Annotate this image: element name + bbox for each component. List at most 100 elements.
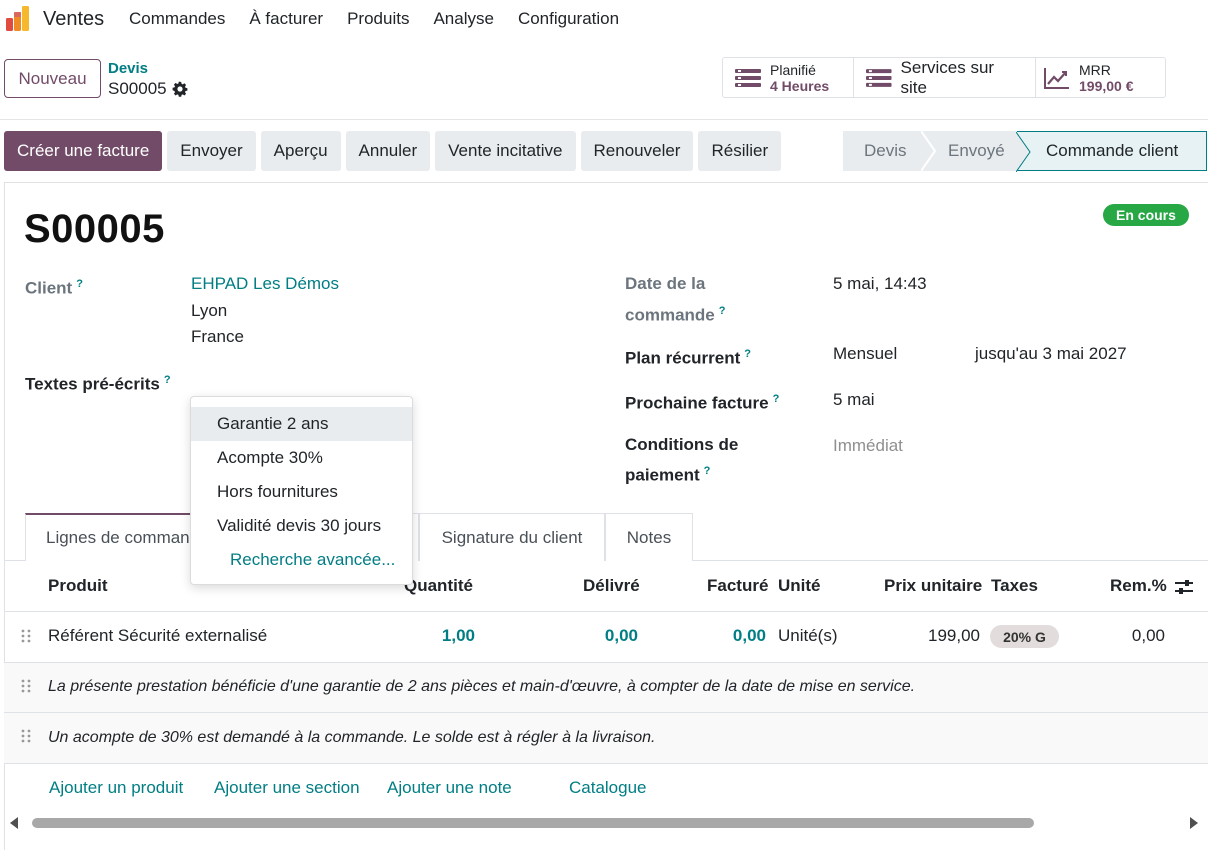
note-line[interactable]: La présente prestation bénéficie d'une g… xyxy=(48,678,915,696)
menu-reporting[interactable]: Analyse xyxy=(433,9,493,29)
line-unit[interactable]: Unité(s) xyxy=(778,626,838,646)
help-icon[interactable]: ? xyxy=(773,393,780,405)
help-icon[interactable]: ? xyxy=(704,465,711,477)
main-menu: Commandes À facturer Produits Analyse Co… xyxy=(129,9,643,29)
recurring-plan-value[interactable]: Mensuel xyxy=(833,341,897,367)
sales-app-icon[interactable] xyxy=(4,5,32,33)
tab-notes[interactable]: Notes xyxy=(605,513,693,561)
row-divider xyxy=(4,611,1208,612)
dropdown-item[interactable]: Validité devis 30 jours xyxy=(191,509,412,543)
planned-hours-button[interactable]: Planifié 4 Heures xyxy=(723,58,854,97)
row-divider xyxy=(4,763,1208,764)
mrr-button[interactable]: MRR 199,00 € xyxy=(1036,58,1165,97)
upsell-button[interactable]: Vente incitative xyxy=(435,131,576,171)
control-panel-divider xyxy=(0,119,1208,120)
add-product-link[interactable]: Ajouter un produit xyxy=(49,778,183,798)
onsite-services-label: Services sur site xyxy=(900,57,995,97)
line-chart-icon xyxy=(1044,67,1069,89)
stage-sent[interactable]: Envoyé xyxy=(921,131,1017,171)
help-icon[interactable]: ? xyxy=(164,374,171,386)
create-invoice-button[interactable]: Créer une facture xyxy=(4,131,163,171)
line-product[interactable]: Référent Sécurité externalisé xyxy=(48,626,267,646)
plan-end-date[interactable]: jusqu'au 3 mai 2027 xyxy=(975,341,1127,367)
drag-handle-icon[interactable] xyxy=(21,629,31,643)
app-name[interactable]: Ventes xyxy=(43,8,104,31)
payment-terms-label-line2: paiement? xyxy=(625,465,711,485)
add-note-link[interactable]: Ajouter une note xyxy=(387,778,512,798)
mrr-label: MRR xyxy=(1079,61,1111,78)
line-unit-price[interactable]: 199,00 xyxy=(880,626,980,646)
stage-separator xyxy=(1016,132,1031,172)
line-quantity[interactable]: 1,00 xyxy=(394,626,475,646)
renew-button[interactable]: Renouveler xyxy=(580,131,694,171)
drag-handle-icon[interactable] xyxy=(21,679,31,693)
dropdown-item[interactable]: Garantie 2 ans xyxy=(191,407,412,441)
col-discount[interactable]: Rem.% xyxy=(1110,576,1167,596)
onsite-services-button[interactable]: Services sur site xyxy=(854,58,1036,97)
templates-dropdown: Garantie 2 ans Acompte 30% Hors fournitu… xyxy=(190,396,413,585)
dropdown-item[interactable]: Acompte 30% xyxy=(191,441,412,475)
col-unit[interactable]: Unité xyxy=(778,576,821,596)
col-taxes[interactable]: Taxes xyxy=(991,576,1038,596)
col-delivered[interactable]: Délivré xyxy=(583,576,640,596)
client-country: France xyxy=(191,327,244,346)
breadcrumb-parent[interactable]: Devis xyxy=(108,60,148,77)
scroll-right-arrow-icon[interactable] xyxy=(1190,817,1198,829)
next-invoice-label: Prochaine facture? xyxy=(625,393,780,413)
gear-icon[interactable] xyxy=(172,81,188,97)
optional-columns-icon[interactable] xyxy=(1174,578,1194,596)
smart-buttons: Planifié 4 Heures Services sur site MRR … xyxy=(722,57,1166,98)
scroll-left-arrow-icon[interactable] xyxy=(10,817,18,829)
advanced-search-link[interactable]: Recherche avancée... xyxy=(191,543,412,577)
record-title: S00005 xyxy=(24,207,165,251)
next-invoice-value[interactable]: 5 mai xyxy=(833,387,875,413)
client-name[interactable]: EHPAD Les Démos xyxy=(191,271,339,297)
preview-button[interactable]: Aperçu xyxy=(260,131,341,171)
line-delivered[interactable]: 0,00 xyxy=(558,626,638,646)
dropdown-item[interactable]: Hors fournitures xyxy=(191,475,412,509)
catalog-link[interactable]: Catalogue xyxy=(569,778,647,798)
help-icon[interactable]: ? xyxy=(744,348,751,360)
order-date-value[interactable]: 5 mai, 14:43 xyxy=(833,271,927,297)
stage-sales-order-label: Commande client xyxy=(1046,141,1179,160)
send-button[interactable]: Envoyer xyxy=(167,131,256,171)
payment-terms-label-line1: Conditions de xyxy=(625,435,739,454)
client-city: Lyon xyxy=(191,301,228,320)
menu-configuration[interactable]: Configuration xyxy=(518,9,619,29)
tax-badge[interactable]: 20% G xyxy=(990,625,1059,648)
line-discount[interactable]: 0,00 xyxy=(1090,626,1165,646)
status-bar: Devis Envoyé Commande client xyxy=(843,131,1207,172)
planned-value: 4 Heures xyxy=(770,77,830,94)
stage-quotation[interactable]: Devis xyxy=(843,131,921,171)
menu-to-invoice[interactable]: À facturer xyxy=(249,9,323,29)
col-quantity[interactable]: Quantité xyxy=(404,576,473,596)
tasks-icon xyxy=(866,68,892,87)
top-navbar: Ventes Commandes À facturer Produits Ana… xyxy=(0,0,1208,38)
templates-label: Textes pré-écrits? xyxy=(25,374,171,394)
new-button[interactable]: Nouveau xyxy=(4,59,101,98)
stage-sales-order[interactable]: Commande client xyxy=(1016,131,1207,172)
col-invoiced[interactable]: Facturé xyxy=(707,576,768,596)
tab-customer-signature[interactable]: Signature du client xyxy=(419,513,605,561)
add-section-link[interactable]: Ajouter une section xyxy=(214,778,360,798)
scrollbar-thumb[interactable] xyxy=(32,818,1034,828)
menu-products[interactable]: Produits xyxy=(347,9,409,29)
col-unit-price[interactable]: Prix unitaire xyxy=(884,576,982,596)
line-invoiced[interactable]: 0,00 xyxy=(686,626,766,646)
status-badge: En cours xyxy=(1103,204,1189,226)
order-date-label-line1: Date de la xyxy=(625,274,706,293)
menu-orders[interactable]: Commandes xyxy=(129,9,225,29)
close-subscription-button[interactable]: Résilier xyxy=(698,131,782,171)
help-icon[interactable]: ? xyxy=(76,278,83,290)
cancel-button[interactable]: Annuler xyxy=(345,131,431,171)
mrr-value: 199,00 € xyxy=(1079,77,1134,94)
stage-sent-label: Envoyé xyxy=(948,141,1005,160)
stage-quotation-label: Devis xyxy=(864,141,907,160)
payment-terms-input[interactable]: Immédiat xyxy=(833,433,903,459)
drag-handle-icon[interactable] xyxy=(21,729,31,743)
row-divider xyxy=(4,712,1208,713)
note-line[interactable]: Un acompte de 30% est demandé à la comma… xyxy=(48,729,655,747)
horizontal-scrollbar[interactable] xyxy=(4,814,1208,832)
col-product[interactable]: Produit xyxy=(48,576,108,596)
help-icon[interactable]: ? xyxy=(719,305,726,317)
